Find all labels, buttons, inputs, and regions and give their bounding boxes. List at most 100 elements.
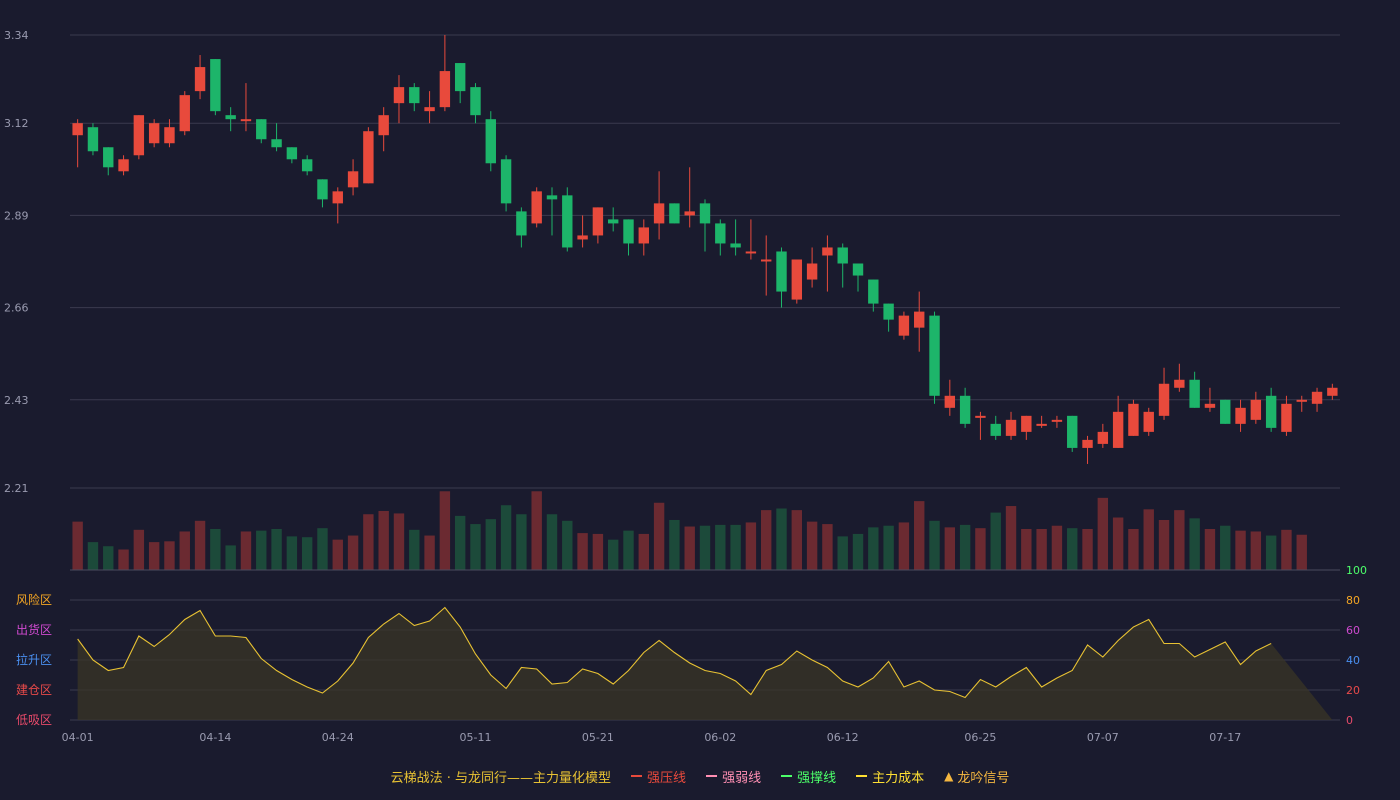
legend-item-dragon-signal[interactable]: ▲ 龙吟信号	[944, 767, 1009, 786]
candle-up	[1327, 387, 1338, 396]
candle-down	[470, 87, 481, 116]
volume-bar	[439, 491, 451, 570]
candle-down	[271, 139, 282, 148]
volume-bar	[791, 510, 803, 570]
candle-down	[1067, 415, 1078, 448]
legend-item-strong-pressure[interactable]: 强压线	[631, 767, 686, 786]
legend-item-main-cost[interactable]: 主力成本	[856, 767, 924, 786]
candle-down	[286, 147, 298, 160]
volume-bar	[317, 528, 328, 570]
candle-down	[1220, 399, 1231, 424]
volume-bar	[1250, 531, 1262, 570]
legend-item-strength-line[interactable]: 强弱线	[706, 767, 761, 786]
candle-up	[1235, 407, 1246, 424]
candle-up	[1204, 403, 1216, 408]
volume-bar	[837, 536, 848, 570]
volume-bar	[347, 535, 359, 570]
candle-down	[852, 263, 864, 276]
legend-swatch	[631, 775, 643, 777]
volume-bar	[883, 525, 894, 570]
volume-bar	[1189, 518, 1200, 570]
candle-down	[699, 203, 711, 224]
volume-bar	[271, 529, 282, 570]
candle-up	[439, 71, 451, 108]
volume-bar	[745, 522, 757, 570]
volume-bar	[1021, 529, 1032, 570]
volume-bar	[516, 514, 527, 570]
zone-label: 风险区	[16, 592, 52, 607]
x-tick-label: 06-25	[964, 731, 996, 744]
volume-bar	[1128, 529, 1139, 570]
volume-bar	[898, 522, 910, 570]
candle-up	[684, 211, 695, 216]
candle-up	[791, 259, 803, 300]
candle-up	[378, 115, 389, 136]
zone-label: 低吸区	[16, 713, 52, 727]
volume-bar	[118, 549, 129, 570]
candle-up	[1112, 411, 1124, 448]
candle-up	[164, 127, 175, 144]
volume-bar	[103, 546, 114, 570]
volume-bar	[1174, 510, 1185, 570]
candle-up	[806, 263, 818, 280]
candle-down	[546, 195, 558, 200]
volume-bar	[715, 524, 726, 570]
candle-up	[133, 115, 145, 156]
candle-down	[485, 119, 496, 164]
volume-bar	[363, 514, 374, 570]
legend-item-strong-support[interactable]: 强撑线	[781, 767, 836, 786]
candle-up	[898, 315, 910, 336]
legend-swatch	[706, 775, 718, 777]
volume-bar	[761, 510, 772, 570]
candle-up	[761, 259, 772, 262]
volume-bar	[623, 530, 634, 570]
candle-down	[103, 147, 114, 168]
zone-label: 建仓区	[16, 683, 52, 697]
volume-bar	[393, 513, 405, 570]
candle-down	[454, 63, 466, 92]
indicator-area	[77, 607, 1333, 720]
candle-up	[577, 235, 588, 240]
volume-bar	[592, 533, 604, 570]
volume-bar	[546, 514, 558, 570]
candle-down	[883, 303, 894, 320]
volume-bar	[424, 535, 435, 570]
triangle-icon: ▲	[944, 769, 954, 783]
candle-up	[1051, 419, 1063, 422]
volume-bar	[1158, 519, 1170, 570]
volume-bar	[454, 515, 466, 570]
volume-bar	[638, 533, 649, 570]
price-tick-label: 3.12	[4, 117, 29, 130]
legend-label: 主力成本	[872, 770, 925, 786]
volume-bar	[806, 521, 818, 570]
x-tick-label: 07-07	[1087, 731, 1119, 744]
volume-bar	[929, 520, 940, 570]
volume-bar	[87, 542, 99, 570]
volume-bar	[1204, 529, 1216, 570]
candle-up	[1250, 399, 1262, 420]
candle-up	[1082, 439, 1093, 448]
volume-bar	[240, 531, 252, 570]
candle-down	[837, 247, 848, 264]
volume-bar	[286, 536, 298, 570]
candle-up	[1021, 415, 1032, 432]
candle-down	[562, 195, 573, 248]
candle-down	[623, 219, 634, 244]
x-tick-label: 04-24	[322, 731, 354, 744]
candle-up	[638, 227, 649, 244]
volume-bar	[470, 524, 481, 570]
candle-up	[653, 203, 665, 224]
legend-label: 强撑线	[797, 770, 837, 786]
candle-down	[1189, 379, 1200, 408]
x-tick-label: 04-01	[62, 731, 94, 744]
volume-bar	[959, 524, 971, 570]
candle-up	[822, 247, 833, 256]
volume-bar	[1067, 528, 1078, 570]
volume-bar	[944, 527, 956, 570]
legend-swatch	[856, 775, 868, 777]
candle-down	[715, 223, 726, 244]
zone-label: 拉升区	[16, 652, 52, 667]
volume-bar	[148, 542, 160, 570]
candle-down	[607, 219, 619, 224]
candle-up	[393, 87, 405, 104]
